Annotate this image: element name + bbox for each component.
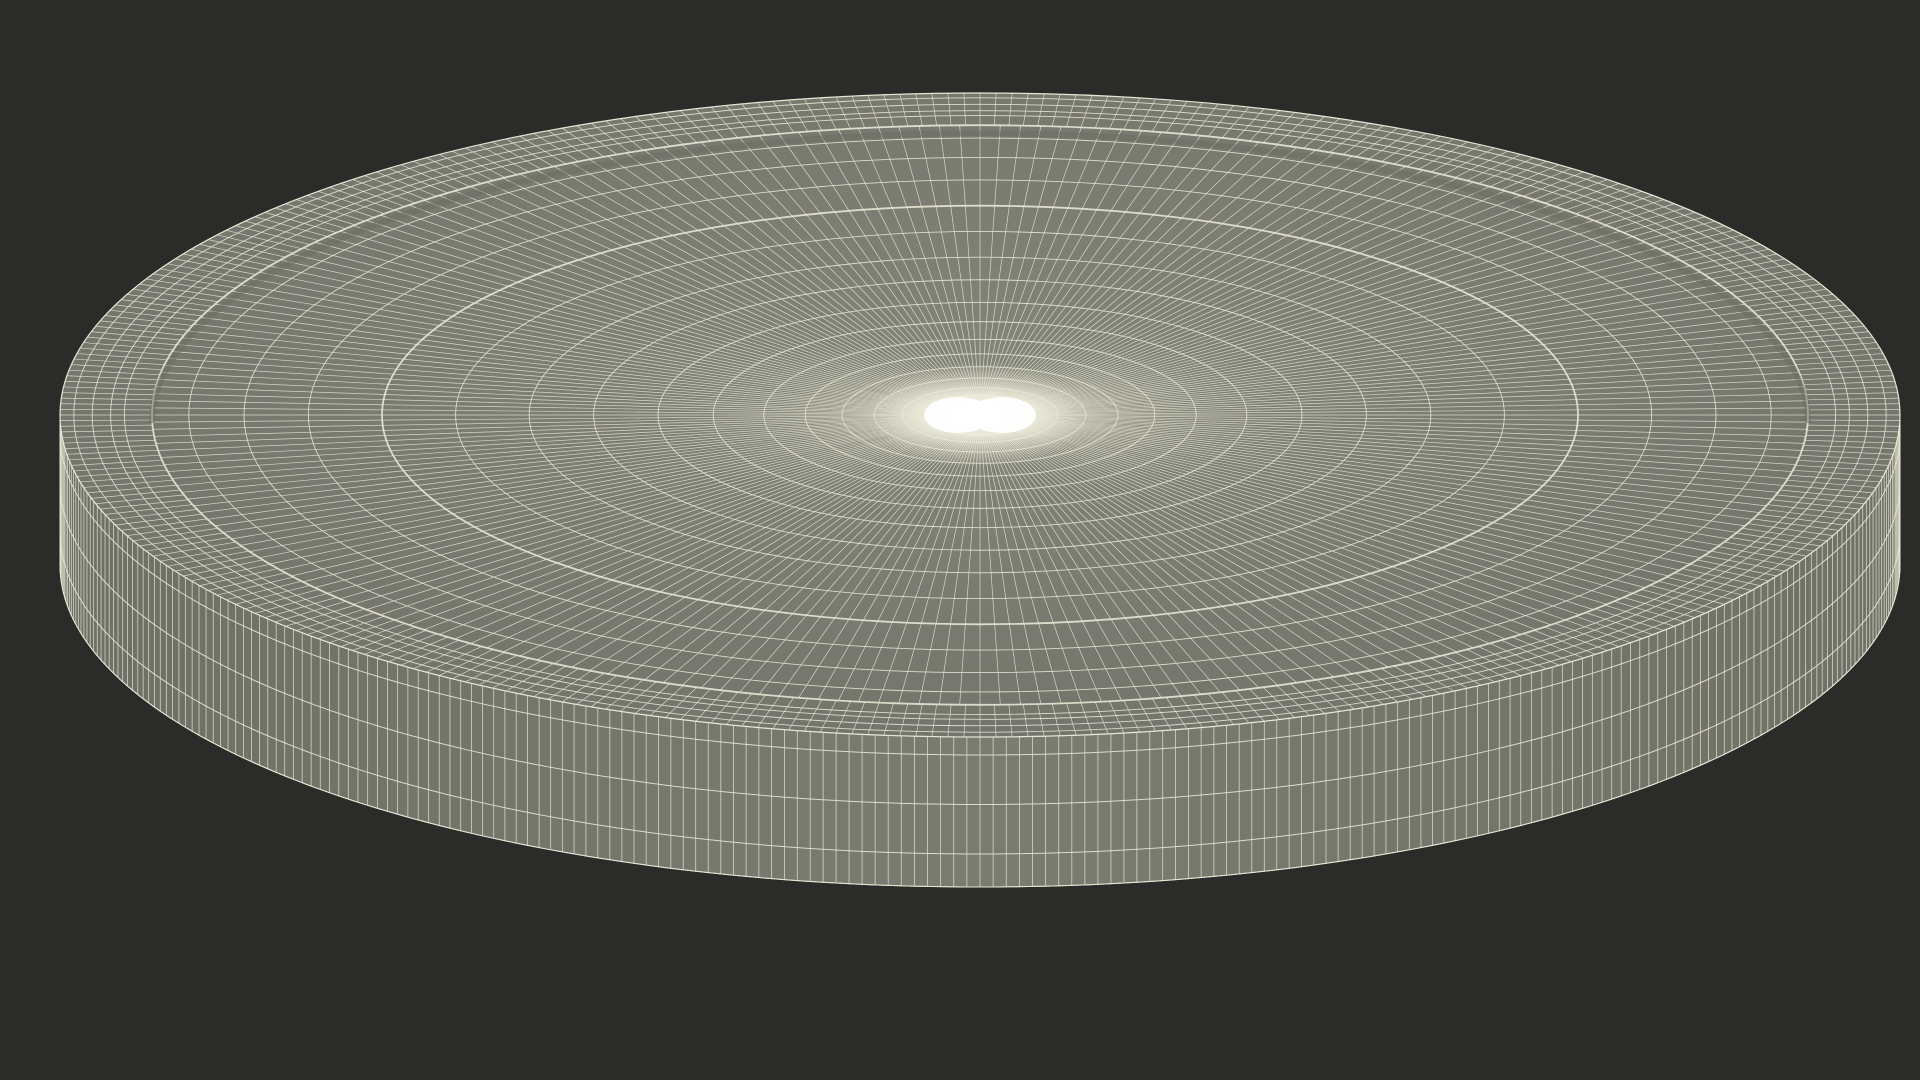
disc-center-hub bbox=[868, 363, 1088, 467]
wireframe-render bbox=[59, 92, 1901, 888]
render-viewport bbox=[0, 0, 1920, 1080]
